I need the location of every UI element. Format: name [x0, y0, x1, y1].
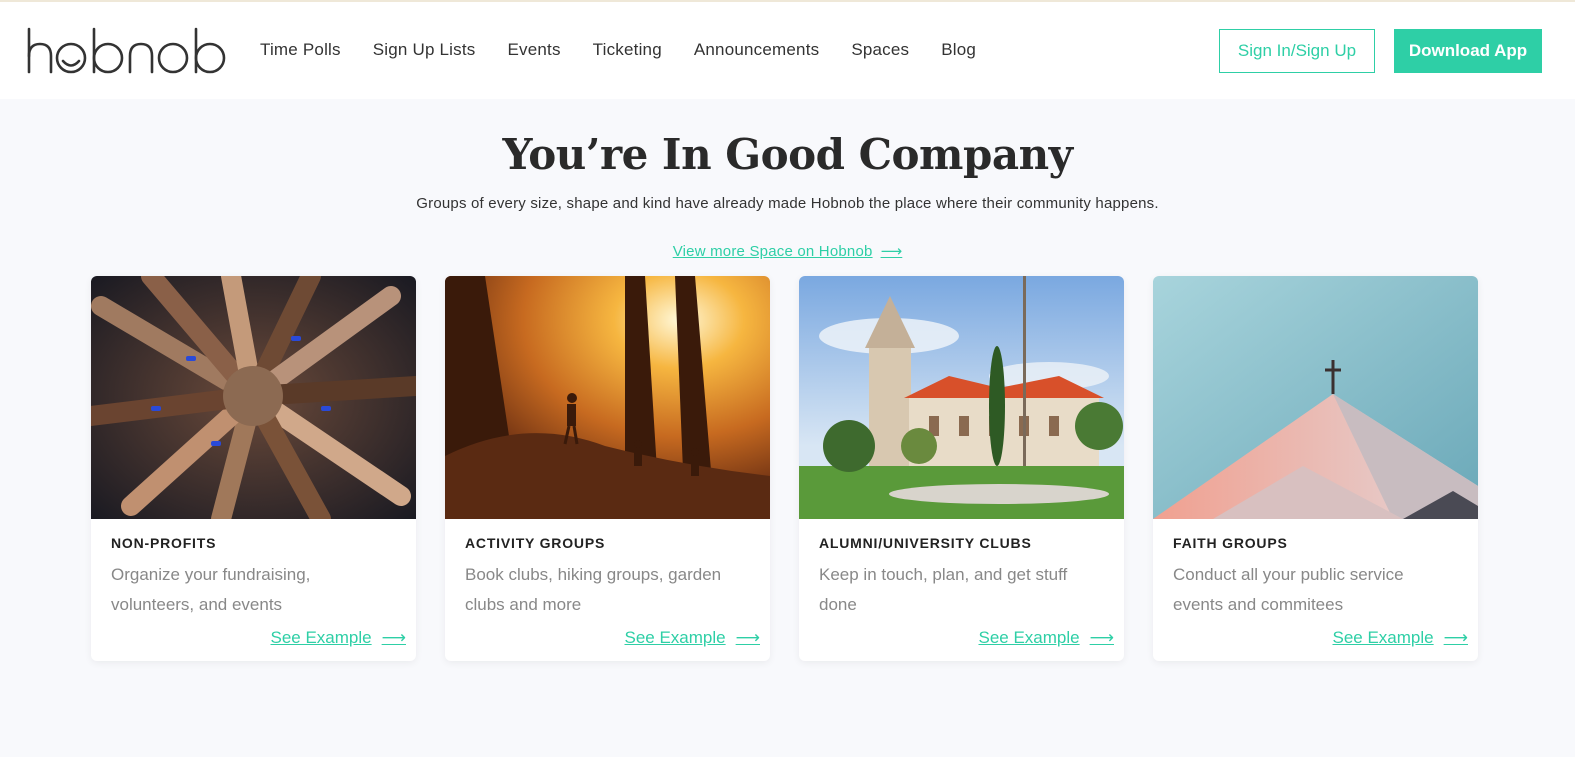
sign-in-button[interactable]: Sign In/Sign Up	[1219, 29, 1375, 73]
main-nav: Time Polls Sign Up Lists Events Ticketin…	[260, 38, 1008, 62]
card-label: FAITH GROUPS	[1173, 535, 1288, 551]
nav-events[interactable]: Events	[507, 38, 560, 62]
nav-blog[interactable]: Blog	[941, 38, 976, 62]
card-label: ALUMNI/UNIVERSITY CLUBS	[819, 535, 1032, 551]
see-example-label: See Example	[1332, 628, 1434, 647]
hobnob-logo[interactable]	[26, 26, 226, 78]
see-example-link[interactable]: See Example ⟶	[625, 628, 761, 648]
group-cards: NON-PROFITS Organize your fundraising, v…	[91, 276, 1479, 661]
nav-announcements[interactable]: Announcements	[694, 38, 819, 62]
section-title: You’re In Good Company	[502, 130, 1073, 179]
card-activity-groups[interactable]: ACTIVITY GROUPS Book clubs, hiking group…	[445, 276, 770, 661]
arrow-right-icon: ⟶	[880, 243, 903, 260]
card-description: Organize your fundraising, volunteers, a…	[111, 565, 311, 614]
forest-hikers-photo-icon	[445, 276, 770, 519]
arrow-right-icon: ⟶	[1443, 628, 1468, 647]
arrow-right-icon: ⟶	[1089, 628, 1114, 647]
card-description: Conduct all your public service events a…	[1173, 565, 1404, 614]
see-example-link[interactable]: See Example ⟶	[979, 628, 1115, 648]
card-non-profits[interactable]: NON-PROFITS Organize your fundraising, v…	[91, 276, 416, 661]
nav-ticketing[interactable]: Ticketing	[593, 38, 662, 62]
card-description: Keep in touch, plan, and get stuff done	[819, 565, 1068, 614]
see-example-link[interactable]: See Example ⟶	[271, 628, 407, 648]
card-description: Book clubs, hiking groups, garden clubs …	[465, 565, 722, 614]
nav-spaces[interactable]: Spaces	[851, 38, 909, 62]
section-subtitle: Groups of every size, shape and kind hav…	[416, 195, 1159, 212]
nav-time-polls[interactable]: Time Polls	[260, 38, 341, 62]
card-label: ACTIVITY GROUPS	[465, 535, 606, 551]
nav-sign-up-lists[interactable]: Sign Up Lists	[373, 38, 476, 62]
university-campus-photo-icon	[799, 276, 1124, 519]
see-example-label: See Example	[270, 628, 372, 647]
view-more-link[interactable]: View more Space on Hobnob ⟶	[0, 242, 1575, 260]
arrow-right-icon: ⟶	[381, 628, 406, 647]
download-app-button[interactable]: Download App	[1394, 29, 1542, 73]
arrow-right-icon: ⟶	[735, 628, 760, 647]
site-header: Time Polls Sign Up Lists Events Ticketin…	[0, 2, 1575, 99]
see-example-link[interactable]: See Example ⟶	[1333, 628, 1469, 648]
card-alumni-university-clubs[interactable]: ALUMNI/UNIVERSITY CLUBS Keep in touch, p…	[799, 276, 1124, 661]
card-faith-groups[interactable]: FAITH GROUPS Conduct all your public ser…	[1153, 276, 1478, 661]
see-example-label: See Example	[978, 628, 1080, 647]
view-more-label: View more Space on Hobnob	[672, 243, 873, 260]
hands-together-photo-icon	[91, 276, 416, 519]
hobnob-logo-icon	[27, 27, 226, 74]
church-roof-photo-icon	[1153, 276, 1478, 519]
card-label: NON-PROFITS	[111, 535, 217, 551]
see-example-label: See Example	[624, 628, 726, 647]
